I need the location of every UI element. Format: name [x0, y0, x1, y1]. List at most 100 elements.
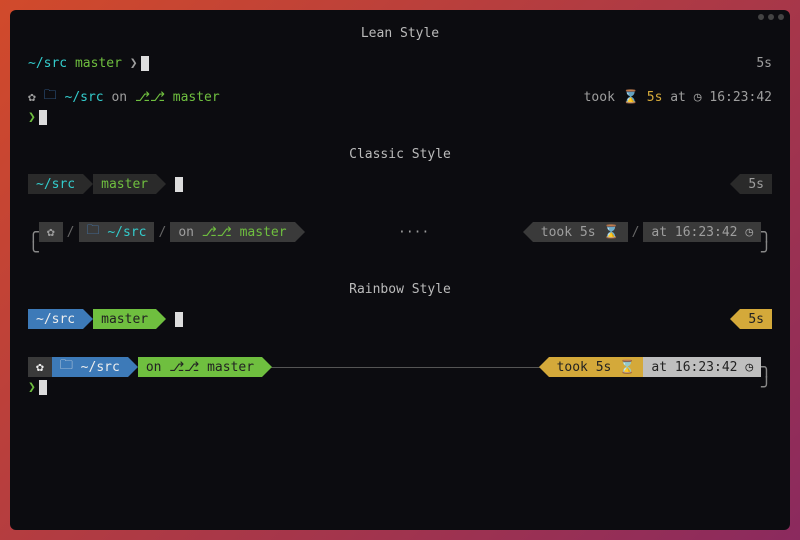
segment-branch: on ⎇ ⎇ master — [170, 222, 294, 242]
branch-name: master — [75, 56, 122, 71]
clock-icon: ◷ — [745, 225, 753, 240]
bracket-open: ╭ — [28, 222, 39, 243]
bracket-open: ╰ — [28, 242, 39, 263]
segment-took: took 5s ⌛ — [533, 222, 628, 242]
path-home: ~/ — [107, 225, 123, 240]
path-home: ~/ — [36, 312, 52, 327]
os-icon: ✿ — [28, 90, 36, 105]
segment-took: took 5s ⌛ — [549, 357, 644, 377]
path-dir: src — [44, 56, 67, 71]
cursor — [141, 56, 149, 71]
on-word: on — [111, 90, 127, 105]
time: 16:23:42 — [675, 225, 738, 240]
os-icon: ✿ — [36, 360, 44, 375]
window-button-close[interactable] — [778, 14, 784, 20]
clock-icon: ◷ — [745, 360, 753, 375]
time: 16:23:42 — [709, 90, 772, 105]
segment-path: ~/src — [28, 309, 83, 329]
duration: 5s — [748, 177, 764, 192]
segment-os: ✿ — [39, 222, 63, 242]
took-word: took — [541, 225, 572, 240]
segment-time: at 16:23:42 ◷ — [643, 357, 761, 377]
path-home: ~/ — [65, 90, 81, 105]
took-word: took — [584, 90, 615, 105]
git-icon: ⎇ — [202, 225, 217, 240]
git-icon: ⎇ — [135, 90, 150, 105]
heading-rainbow: Rainbow Style — [28, 282, 772, 297]
branch-icon: ⎇ — [184, 360, 199, 375]
cursor — [39, 110, 47, 125]
bracket-close: ╯ — [761, 377, 772, 398]
path-dir: src — [52, 312, 75, 327]
duration: 5s — [647, 90, 663, 105]
prompt-symbol: ❯ — [130, 56, 138, 71]
dots: ···· — [295, 225, 533, 240]
heading-lean: Lean Style — [28, 26, 772, 41]
lean-simple-prompt[interactable]: ~/src master ❯ 5s — [28, 53, 772, 73]
duration: 5s — [748, 312, 764, 327]
branch-name: master — [207, 360, 254, 375]
rainbow-rich-line1: ✿ 🗀 ~/src on ⎇ ⎇ master took 5s ⌛ at 16:… — [28, 357, 772, 377]
duration: 5s — [580, 225, 596, 240]
path-dir: src — [52, 177, 75, 192]
segment-path: 🗀 ~/src — [52, 357, 128, 377]
hourglass-icon: ⌛ — [619, 360, 635, 375]
classic-rich-line2[interactable]: ╰ ╯ — [28, 242, 772, 262]
segment-branch: master — [93, 174, 156, 194]
hourglass-icon: ⌛ — [603, 225, 619, 240]
prompt-symbol: ❯ — [28, 110, 36, 125]
hourglass-icon: ⌛ — [623, 90, 639, 105]
on-word: on — [178, 225, 194, 240]
path-dir: src — [80, 90, 103, 105]
at-word: at — [670, 90, 686, 105]
segment-duration: 5s — [740, 309, 772, 329]
segment-branch: on ⎇ ⎇ master — [138, 357, 262, 377]
branch-name: master — [173, 90, 220, 105]
folder-icon: 🗀 — [60, 356, 73, 378]
folder-icon: 🗀 — [87, 221, 100, 243]
cursor — [39, 380, 47, 395]
clock-icon: ◷ — [694, 90, 702, 105]
time: 16:23:42 — [675, 360, 738, 375]
git-icon: ⎇ — [169, 360, 184, 375]
path-home: ~/ — [81, 360, 97, 375]
heading-classic: Classic Style — [28, 147, 772, 162]
branch-name: master — [101, 312, 148, 327]
branch-icon: ⎇ — [150, 90, 165, 105]
branch-name: master — [240, 225, 287, 240]
folder-icon: 🗀 — [44, 86, 57, 108]
segment-branch: master — [93, 309, 156, 329]
lean-rich-line1: ✿ 🗀 ~/src on ⎇ ⎇ master took ⌛ 5s at ◷ 1… — [28, 87, 772, 107]
branch-name: master — [101, 177, 148, 192]
cursor — [175, 312, 183, 327]
classic-rich-line1: ╭ ✿ / 🗀 ~/src / on ⎇ ⎇ master ···· took … — [28, 222, 772, 242]
os-icon: ✿ — [47, 225, 55, 240]
at-word: at — [651, 360, 667, 375]
at-word: at — [651, 225, 667, 240]
separator-line — [266, 367, 545, 368]
window-button-min[interactable] — [758, 14, 764, 20]
path-dir: src — [96, 360, 119, 375]
segment-path: 🗀 ~/src — [79, 222, 155, 242]
rainbow-rich-line2[interactable]: ❯ ╯ — [28, 377, 772, 397]
duration: 5s — [756, 56, 772, 71]
lean-rich-line2[interactable]: ❯ — [28, 107, 772, 127]
branch-icon: ⎇ — [217, 225, 232, 240]
terminal-window: Lean Style ~/src master ❯ 5s ✿ 🗀 ~/src o… — [10, 10, 790, 530]
cursor — [175, 177, 183, 192]
prompt-symbol: ❯ — [28, 380, 36, 395]
segment-path: ~/src — [28, 174, 83, 194]
path-dir: src — [123, 225, 146, 240]
rainbow-simple-prompt[interactable]: ~/src master 5s — [28, 309, 772, 329]
segment-duration: 5s — [740, 174, 772, 194]
path-home: ~/ — [36, 177, 52, 192]
bracket-close: ╯ — [761, 242, 772, 263]
classic-simple-prompt[interactable]: ~/src master 5s — [28, 174, 772, 194]
bracket-close: ╮ — [761, 357, 772, 378]
segment-time: at 16:23:42 ◷ — [643, 222, 761, 242]
took-word: took — [557, 360, 588, 375]
bracket-close: ╮ — [761, 222, 772, 243]
duration: 5s — [596, 360, 612, 375]
window-titlebar — [10, 10, 790, 24]
window-button-max[interactable] — [768, 14, 774, 20]
